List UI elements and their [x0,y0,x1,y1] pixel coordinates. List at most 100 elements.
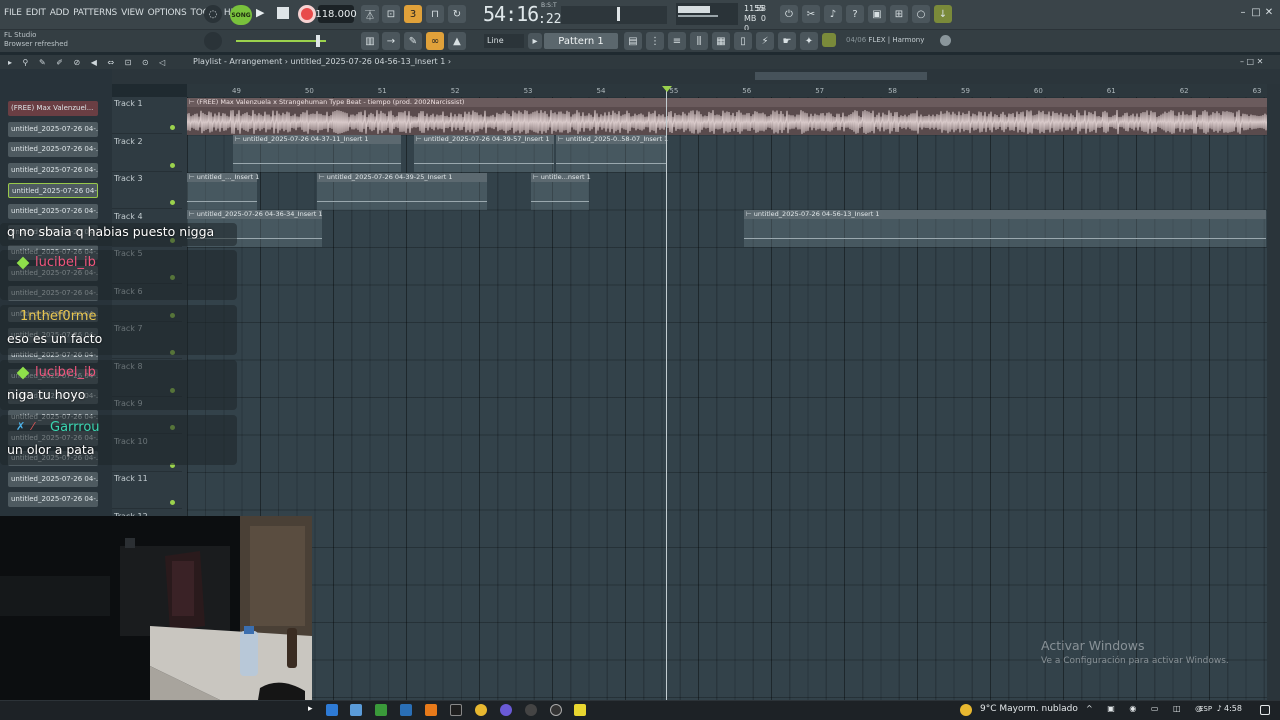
close-icon[interactable]: ✕ [1263,6,1275,18]
arrow-icon[interactable]: → [382,32,400,50]
brush-icon[interactable]: ✎ [404,32,422,50]
menu-view[interactable]: VIEW [121,8,144,18]
playhead-marker[interactable] [662,86,672,92]
metronome-icon[interactable]: ⏄ [361,5,379,23]
song-position-display[interactable]: 54:16 [483,2,539,26]
weather-text[interactable]: 9°C Mayorm. nublado [980,704,1078,714]
file-icon[interactable]: ▯ [734,32,752,50]
media-player-icon[interactable] [550,704,562,716]
notification-icon[interactable] [1260,705,1270,715]
browser-icon[interactable]: ▦ [712,32,730,50]
audio-clip[interactable]: ⊢ (FREE) Max Valenzuela x Strangehuman T… [187,98,1267,135]
stamp-icon[interactable]: ▲ [448,32,466,50]
track-active-led[interactable] [170,125,175,130]
language-indicator[interactable]: ESP [1199,705,1212,713]
touch-icon[interactable]: ☛ [778,32,796,50]
news-settings-icon[interactable] [940,35,951,46]
tempo-display[interactable]: 118.000 [315,5,357,23]
playlist-icon[interactable]: ▤ [624,32,642,50]
track-header[interactable]: Track 1 [112,97,182,134]
pattern-selector[interactable]: Pattern 1 [544,33,618,49]
menu-add[interactable]: ADD [50,8,70,18]
master-volume-slider[interactable] [561,6,667,24]
chat-icon[interactable]: ○ [912,5,930,23]
playlist-window-controls[interactable]: – □ ✕ [1240,57,1263,66]
cut-icon[interactable]: ✂ [802,5,820,23]
wait-record-icon[interactable]: ⊡ [382,5,400,23]
countdown-icon[interactable]: 3 [404,5,422,23]
track-active-led[interactable] [170,500,175,505]
menu-patterns[interactable]: PATTERNS [73,8,117,18]
menu-edit[interactable]: EDIT [26,8,46,18]
pattern-clip[interactable]: ⊢ untitled_2025-07-26 04-37-11_Insert 1 [233,135,401,172]
track-header[interactable]: Track 11 [112,472,182,509]
maximize-icon[interactable]: □ [1250,6,1262,18]
taskbar-arrow-icon[interactable]: ▸ [308,704,320,716]
pattern-clip[interactable]: ⊢ untitled_2025-07-26 04-39-25_Insert 1 [317,173,487,210]
track-header[interactable]: Track 2 [112,135,182,172]
picker-item[interactable]: untitled_2025-07-26 04-... [8,471,98,487]
picker-item[interactable]: untitled_2025-07-26 04-... [8,492,98,508]
microphone-icon[interactable]: ♪ [824,5,842,23]
track-active-led[interactable] [170,200,175,205]
mixer-icon[interactable]: ⊞ [890,5,908,23]
channel-rack-icon[interactable]: ≡ [668,32,686,50]
step-edit-icon[interactable]: ⊓ [426,5,444,23]
play-button[interactable]: ▶ [256,6,272,22]
vertical-scrollbar[interactable] [1267,84,1280,700]
link-icon[interactable]: ∞ [426,32,444,50]
excel-icon[interactable] [375,704,387,716]
picker-item[interactable]: untitled_2025-07-26 04-... [8,142,98,158]
piano-roll-icon[interactable]: ▥ [361,32,379,50]
snap-selector[interactable]: Line [484,34,524,48]
minimize-icon[interactable]: – [1237,6,1249,18]
fl-studio-icon[interactable] [425,704,437,716]
discord-icon[interactable] [500,704,512,716]
picker-item[interactable]: untitled_2025-07-26 04-... [8,204,98,219]
menu-options[interactable]: OPTIONS [148,8,187,18]
undo-history-icon[interactable]: ⏻ [780,5,798,23]
help-icon[interactable]: ? [846,5,864,23]
step-sequencer-icon[interactable]: ⋮ [646,32,664,50]
track-header[interactable]: Track 3 [112,172,182,209]
wrench-icon[interactable]: ✦ [800,32,818,50]
obs-icon[interactable] [450,704,462,716]
cart-icon[interactable] [822,33,836,47]
mail-icon[interactable] [350,704,362,716]
picker-item[interactable]: untitled_2025-07-26 04-... [8,183,98,199]
track-active-led[interactable] [170,162,175,168]
song-mode-toggle[interactable]: SONG [230,5,252,25]
plugin-icon[interactable]: ⚡ [756,32,774,50]
master-pitch-knob[interactable]: ◌ [204,5,222,23]
explorer-icon[interactable] [326,704,338,716]
settings-icon[interactable] [525,704,537,716]
bar-number: 62 [1179,87,1189,95]
vscode-icon[interactable] [400,704,412,716]
timeline-ruler[interactable] [187,84,1267,97]
record-button[interactable] [298,5,316,23]
loop-record-icon[interactable]: ↻ [448,5,466,23]
pattern-clip[interactable]: ⊢ untitled_..._Insert 1 [187,173,259,210]
pattern-clip[interactable]: ⊢ untitled_2025-0..58-07_Insert 1 [556,135,668,172]
playhead-line[interactable] [666,86,667,700]
horizontal-scrollbar[interactable] [755,72,927,80]
chrome-icon[interactable] [475,704,487,716]
playlist-tool-icons[interactable]: ▸ ⚲ ✎ ✐ ⊘ ◀ ⇔ ⊡ ⊙ ◁ [8,58,169,67]
download-icon[interactable]: ↓ [934,5,952,23]
mixer-view-icon[interactable]: ⫼ [690,32,708,50]
clock[interactable]: 4:58 [1224,704,1242,713]
picker-item[interactable]: untitled_2025-07-26 04-... [8,121,98,137]
picker-item[interactable]: untitled_2025-07-26 04-... [8,162,98,178]
save-icon[interactable]: ▣ [868,5,886,23]
picker-item[interactable]: (FREE) Max Valenzuel... [8,101,98,116]
master-volume-knob[interactable] [204,32,222,50]
stop-button[interactable] [277,7,289,19]
pattern-clip[interactable]: ⊢ untitle...nsert 1 [531,173,591,210]
pattern-prev-icon[interactable]: ▸ [528,33,542,49]
news-ticker[interactable]: 04/06 FLEX | Harmony [846,36,924,44]
menu-file[interactable]: FILE [4,8,22,18]
pattern-clip[interactable]: ⊢ untitled_2025-07-26 04-56-13_Insert 1 [744,210,1266,247]
master-fader[interactable] [236,35,326,47]
notes-icon[interactable] [574,704,586,716]
pattern-clip[interactable]: ⊢ untitled_2025-07-26 04-39-57_Insert 1 [414,135,554,172]
